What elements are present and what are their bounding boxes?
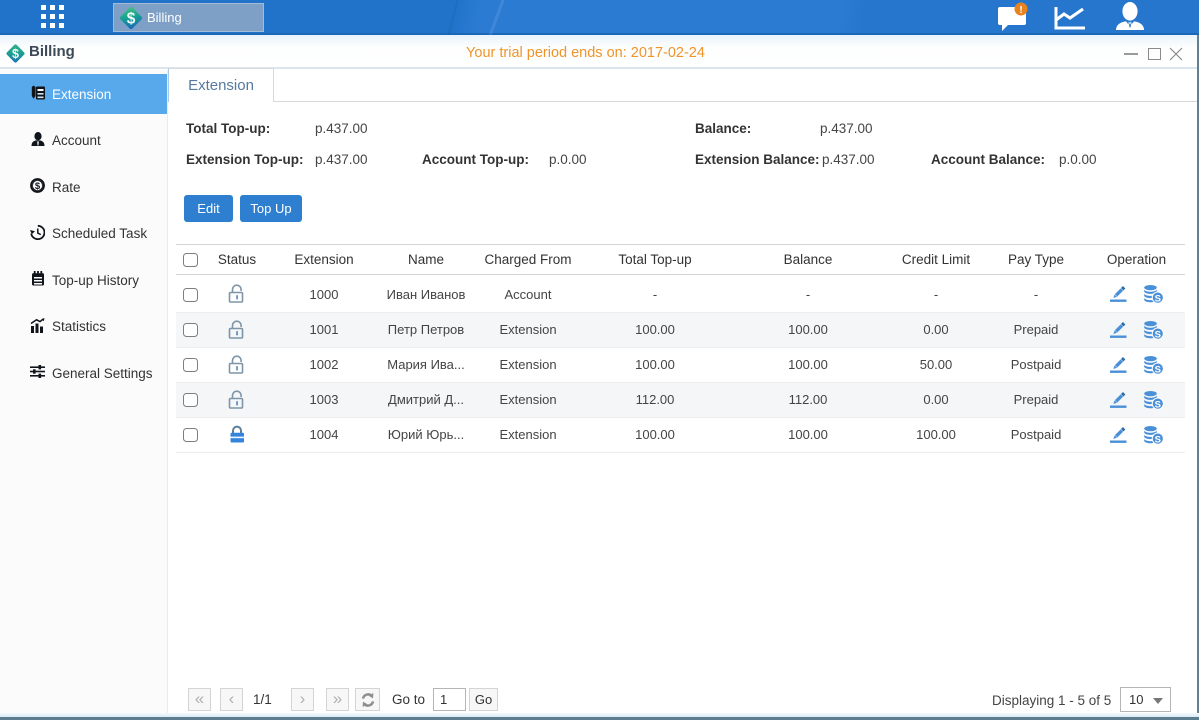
svg-text:S: S — [1155, 329, 1161, 340]
svg-text:S: S — [1155, 364, 1161, 375]
svg-text:$: $ — [35, 181, 41, 192]
svg-text:$: $ — [127, 11, 136, 28]
svg-text:S: S — [1155, 434, 1161, 445]
svg-text:S: S — [1155, 399, 1161, 410]
svg-text:!: ! — [1019, 5, 1022, 16]
svg-text:S: S — [1155, 294, 1161, 305]
